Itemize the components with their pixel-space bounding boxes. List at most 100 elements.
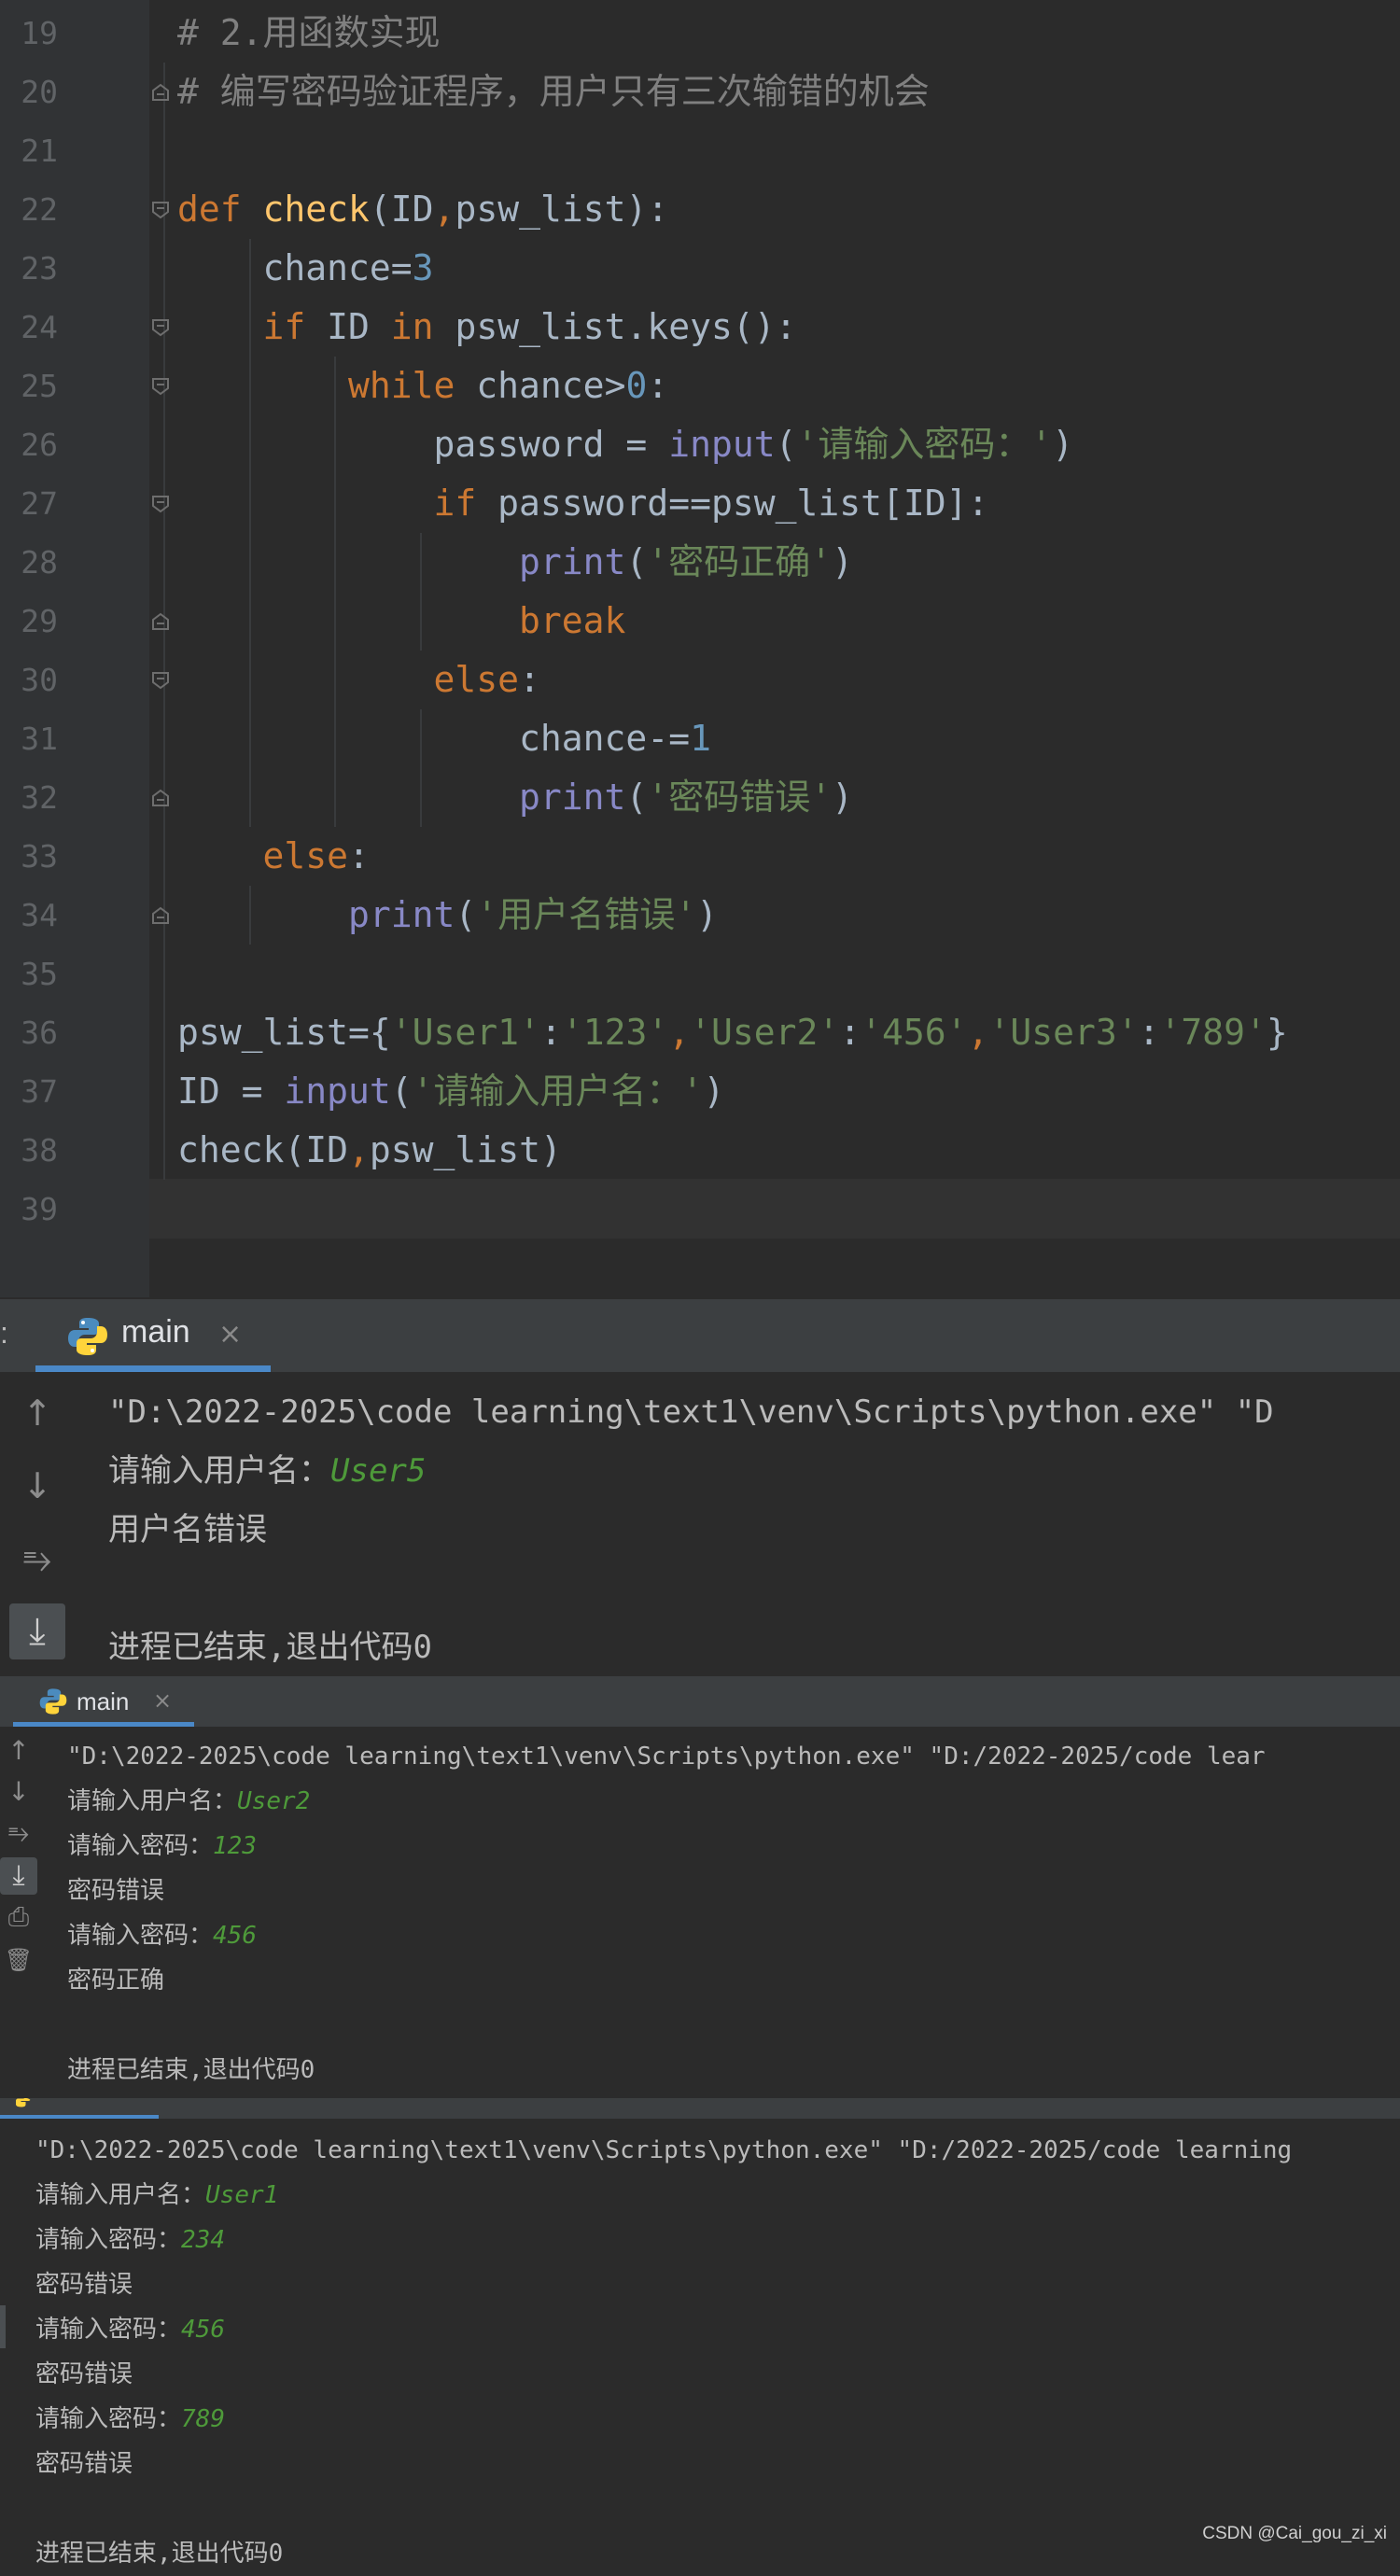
line-number: 34 — [21, 897, 58, 933]
fold-marker-icon[interactable] — [150, 317, 171, 338]
soft-wrap-icon[interactable]: ⥱ — [2, 1816, 35, 1850]
line-number: 27 — [21, 485, 58, 522]
up-arrow-icon[interactable]: ↑ — [15, 1391, 60, 1435]
code-token: chance> — [476, 365, 626, 406]
code-line[interactable]: 29 break — [0, 592, 1400, 651]
code-token: : — [1138, 1012, 1160, 1053]
code-line[interactable]: 21 — [0, 121, 1400, 180]
console-line: 请输入用户名：User2 — [67, 1779, 310, 1824]
code-line[interactable]: 27 if password==psw_list[ID]: — [0, 474, 1400, 533]
fold-marker-icon[interactable] — [150, 788, 171, 808]
code-token: '用户名错误' — [476, 894, 697, 935]
console-line: 请输入密码：234 — [35, 2218, 225, 2262]
code-text: if ID in psw_list.keys(): — [177, 298, 797, 357]
tab-main[interactable]: main — [77, 1687, 129, 1716]
code-line[interactable]: 26 password = input('请输入密码：') — [0, 415, 1400, 474]
code-line[interactable]: 23 chance=3 — [0, 239, 1400, 298]
code-line[interactable]: 24 if ID in psw_list.keys(): — [0, 298, 1400, 357]
run-toolbar — [0, 2119, 9, 2561]
code-line[interactable]: 30 else: — [0, 651, 1400, 709]
code-text: print('用户名错误') — [177, 886, 718, 945]
fold-marker-icon[interactable] — [150, 905, 171, 926]
code-token: password==psw_list[ID]: — [497, 483, 989, 524]
code-token: ) — [832, 541, 853, 582]
code-token: psw_list={ — [177, 1012, 391, 1053]
code-token: ) — [832, 777, 853, 818]
code-token: 1 — [690, 718, 711, 759]
code-text: psw_list={'User1':'123','User2':'456','U… — [177, 1003, 1288, 1062]
code-line[interactable]: 28 print('密码正确') — [0, 533, 1400, 592]
line-number: 36 — [21, 1015, 58, 1051]
console-line: 请输入用户名：User1 — [35, 2173, 278, 2218]
code-token: check — [262, 189, 370, 230]
code-token: else — [177, 835, 349, 876]
code-token: '请输入用户名：' — [412, 1071, 704, 1112]
soft-wrap-icon[interactable]: ⥱ — [15, 1536, 60, 1581]
scroll-to-end-icon[interactable]: ⤓ — [9, 1603, 65, 1659]
run-panel-1: : main × ↑ ↓ ⥱ ⤓ "D:\2022-2025\code lear… — [0, 1299, 1400, 1674]
code-token: psw_list): — [455, 189, 669, 230]
fold-marker-icon[interactable] — [150, 82, 171, 103]
run-panel-2: main × ↑ ↓ ⥱ ⤓ ⎙ 🗑 "D:\2022-2025\code le… — [0, 1676, 1400, 2096]
code-line[interactable]: 25 while chance>0: — [0, 357, 1400, 415]
code-line[interactable]: 32 print('密码错误') — [0, 768, 1400, 827]
code-line[interactable]: 35 — [0, 945, 1400, 1003]
code-text: print('密码错误') — [177, 768, 853, 827]
line-number: 31 — [21, 721, 58, 757]
code-line[interactable]: 36 psw_list={'User1':'123','User2':'456',… — [0, 1003, 1400, 1062]
close-icon[interactable]: × — [153, 1687, 172, 1714]
code-token: # 编写密码验证程序，用户只有三次输错的机会 — [177, 71, 930, 112]
console-line: 密码错误 — [35, 2352, 133, 2397]
console-line: 进程已结束,退出代码0 — [108, 1618, 432, 1677]
down-arrow-icon[interactable]: ↓ — [2, 1775, 35, 1809]
close-icon[interactable]: × — [218, 1318, 242, 1351]
user-input-text: 789 — [181, 2405, 225, 2433]
code-token: : — [647, 365, 669, 406]
code-token: ( — [455, 894, 477, 935]
fold-marker-icon[interactable] — [150, 494, 171, 514]
code-text: chance=3 — [177, 239, 434, 298]
code-token: chance= — [177, 247, 413, 288]
code-text: if password==psw_list[ID]: — [177, 474, 989, 533]
line-number: 30 — [21, 662, 58, 698]
code-token: ) — [703, 1071, 725, 1112]
fold-marker-icon[interactable] — [150, 670, 171, 691]
code-text: while chance>0: — [177, 357, 668, 415]
scroll-to-end-icon[interactable]: ⤓ — [0, 1857, 37, 1895]
print-icon[interactable]: ⎙ — [2, 1900, 35, 1934]
code-line[interactable]: 33 else: — [0, 827, 1400, 886]
code-token: in — [390, 306, 455, 347]
code-line[interactable]: 37 ID = input('请输入用户名：') — [0, 1062, 1400, 1121]
console-line: 密码错误 — [35, 2262, 133, 2307]
code-token: '请输入密码：' — [796, 424, 1053, 465]
fold-marker-icon[interactable] — [150, 376, 171, 397]
console-text: 密码错误 — [67, 1877, 165, 1905]
code-line[interactable]: 19 # 2.用函数实现 — [0, 4, 1400, 63]
console-text: 请输入密码： — [35, 2316, 182, 2344]
console-line: 密码错误 — [35, 2442, 133, 2486]
code-text: check(ID,psw_list) — [177, 1121, 562, 1180]
fold-marker-icon[interactable] — [150, 200, 171, 220]
code-editor[interactable]: 19 # 2.用函数实现 20 # 编写密码验证程序，用户只有三次输错的机会 21 22 d… — [0, 0, 1400, 1297]
fold-marker-icon[interactable] — [150, 611, 171, 632]
code-token: check(ID — [177, 1129, 349, 1170]
code-line[interactable]: 38 check(ID,psw_list) — [0, 1121, 1400, 1180]
code-token: '456' — [861, 1012, 968, 1053]
code-line[interactable]: 39 — [0, 1180, 1400, 1239]
up-arrow-icon[interactable]: ↑ — [2, 1734, 35, 1768]
tab-main[interactable]: main — [121, 1314, 190, 1351]
down-arrow-icon[interactable]: ↓ — [15, 1463, 60, 1508]
console-text: 请输入密码： — [35, 2405, 182, 2433]
trash-icon[interactable]: 🗑 — [2, 1943, 35, 1977]
user-input-text: User5 — [330, 1452, 427, 1490]
code-line[interactable]: 20 # 编写密码验证程序，用户只有三次输错的机会 — [0, 63, 1400, 121]
code-line[interactable]: 34 print('用户名错误') — [0, 886, 1400, 945]
code-token: : — [519, 659, 540, 700]
code-token: print — [177, 541, 626, 582]
code-line[interactable]: 22 def check(ID,psw_list): — [0, 180, 1400, 239]
code-token: : — [539, 1012, 562, 1053]
code-line[interactable]: 31 chance-=1 — [0, 709, 1400, 768]
code-token: print — [177, 894, 455, 935]
python-icon — [16, 2098, 32, 2107]
code-token: 'User2' — [690, 1012, 840, 1053]
